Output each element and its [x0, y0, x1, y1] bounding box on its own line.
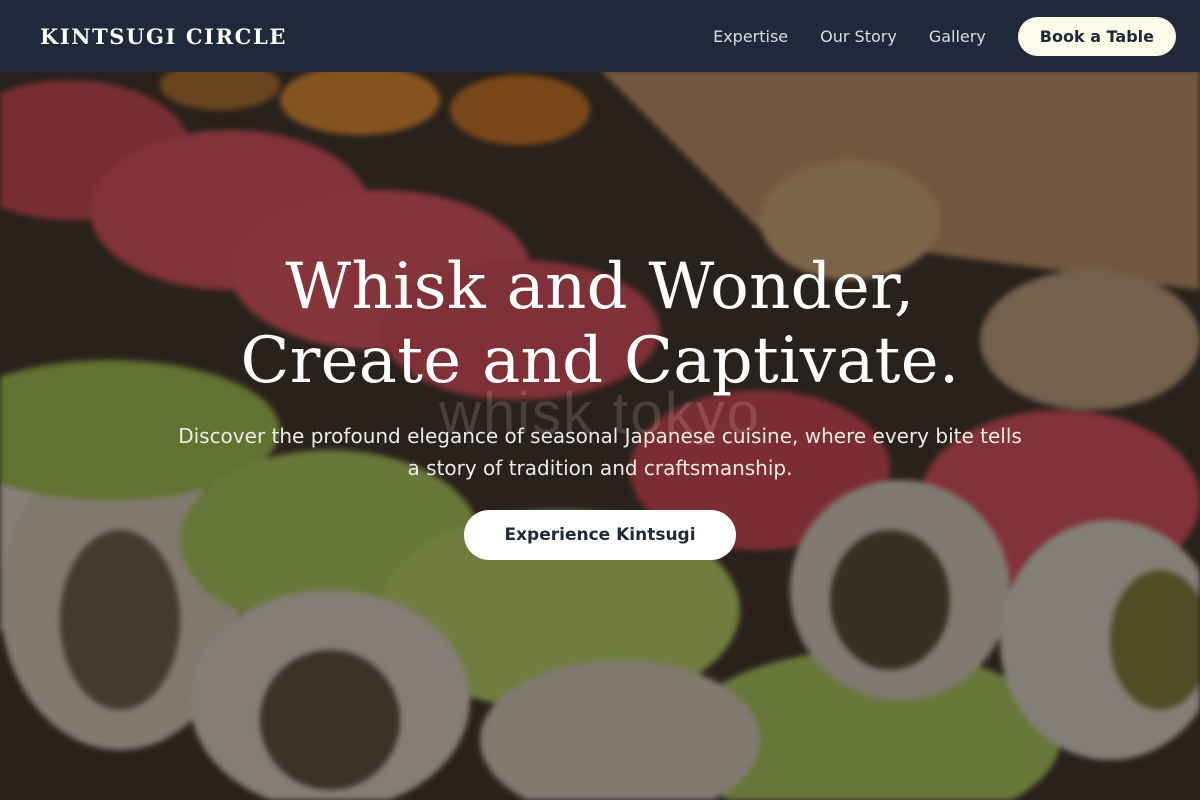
brand-logo[interactable]: KINTSUGI CIRCLE — [40, 24, 287, 49]
hero-subtitle: Discover the profound elegance of season… — [178, 424, 1022, 480]
page: whisk tokyo KINTSUGI CIRCLE Expertise Ou… — [0, 0, 1200, 800]
book-table-button[interactable]: Book a Table — [1017, 16, 1176, 56]
experience-kintsugi-button[interactable]: Experience Kintsugi — [464, 510, 736, 560]
nav-link-gallery[interactable]: Gallery — [929, 27, 986, 46]
nav-link-expertise[interactable]: Expertise — [713, 27, 788, 46]
nav-link-our-story[interactable]: Our Story — [820, 27, 897, 46]
hero-title-line-2: Create and Captivate. — [240, 324, 960, 398]
hero-title: Whisk and Wonder, Create and Captivate. — [0, 250, 1200, 398]
hero-section: Whisk and Wonder, Create and Captivate. … — [0, 250, 1200, 560]
main-nav: Expertise Our Story Gallery Book a Table — [713, 16, 1176, 56]
site-header: KINTSUGI CIRCLE Expertise Our Story Gall… — [0, 0, 1200, 72]
hero-title-line-1: Whisk and Wonder, — [285, 250, 915, 324]
